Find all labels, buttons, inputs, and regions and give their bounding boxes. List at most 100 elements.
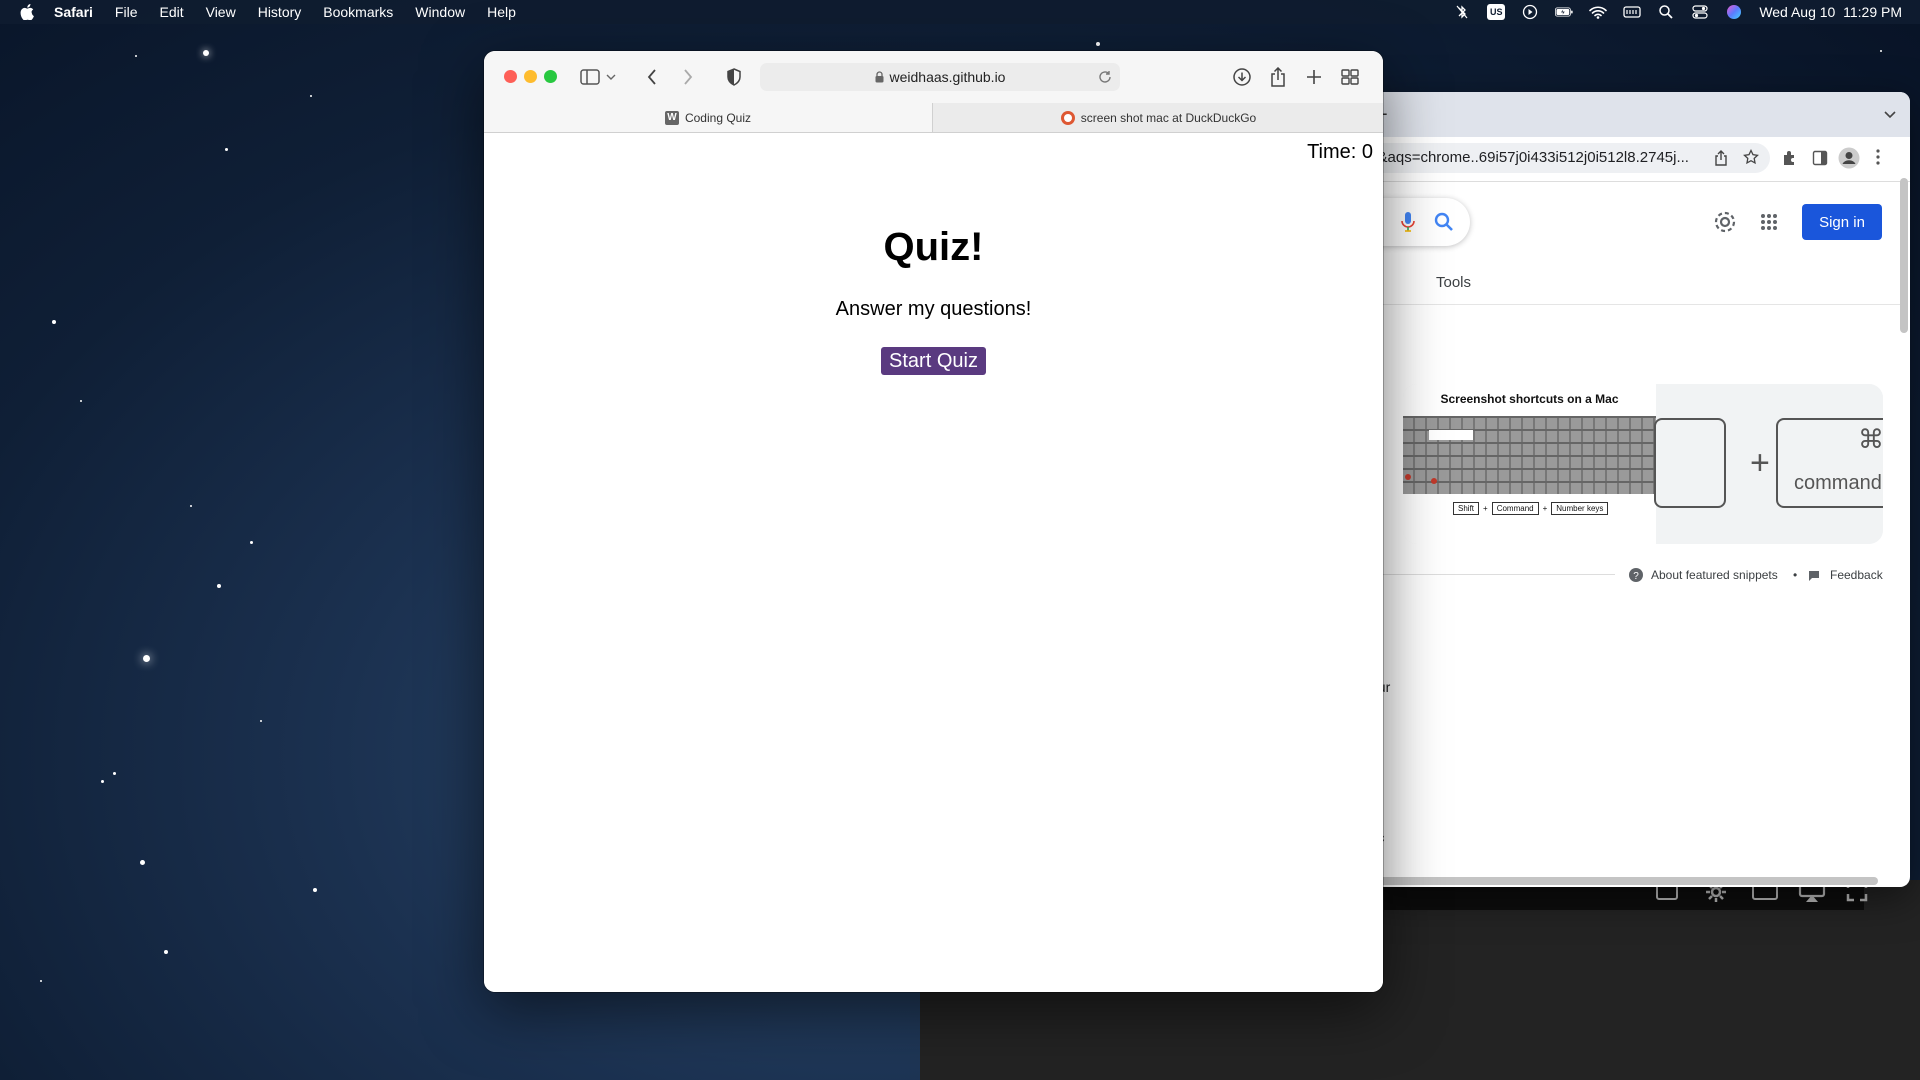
- snippet-image-keyboard[interactable]: Screenshot shortcuts on a Mac Shift + Co…: [1403, 384, 1656, 544]
- lock-icon: [875, 71, 884, 83]
- downloads-icon[interactable]: [1232, 67, 1252, 87]
- tab-search-chevron-icon[interactable]: [1884, 106, 1896, 124]
- tab-duckduckgo[interactable]: screen shot mac at DuckDuckGo: [932, 103, 1383, 132]
- sign-in-label: Sign in: [1819, 213, 1865, 231]
- back-chevron-icon[interactable]: [642, 67, 662, 87]
- apple-menu-icon[interactable]: [20, 4, 36, 20]
- keyboard-illustration: [1403, 416, 1656, 494]
- svg-text:?: ?: [1633, 571, 1639, 582]
- safari-toolbar: weidhaas.github.io: [484, 51, 1383, 103]
- snippet-image-title: Screenshot shortcuts on a Mac: [1440, 392, 1619, 406]
- chrome-window: + c&aqs=chrome..69i57j0i433i512j0i512l8.…: [1370, 92, 1910, 887]
- about-featured-snippets-link[interactable]: About featured snippets: [1651, 568, 1778, 582]
- legend-shift-key: Shift: [1453, 502, 1480, 515]
- menu-edit[interactable]: Edit: [159, 4, 183, 20]
- menu-bar: Safari File Edit View History Bookmarks …: [0, 0, 1920, 24]
- play-icon[interactable]: [1521, 4, 1539, 20]
- spotlight-search-icon[interactable]: [1657, 5, 1675, 19]
- favicon-letter: W: [667, 112, 677, 123]
- feedback-link[interactable]: Feedback: [1830, 568, 1883, 582]
- minimize-window-button[interactable]: [524, 70, 537, 83]
- zoom-window-button[interactable]: [544, 70, 557, 83]
- quiz-timer: Time: 0: [1307, 141, 1373, 163]
- feedback-flag-icon: [1808, 569, 1820, 587]
- search-magnifier-icon[interactable]: [1434, 212, 1454, 237]
- chrome-omnibox-text: c&aqs=chrome..69i57j0i433i512j0i512l8.27…: [1370, 149, 1689, 166]
- menu-help[interactable]: Help: [487, 4, 516, 20]
- page-subtitle: Answer my questions!: [835, 298, 1032, 320]
- voice-search-mic-icon[interactable]: [1400, 210, 1416, 239]
- profile-avatar-icon[interactable]: [1838, 147, 1860, 174]
- bookmark-star-icon[interactable]: [1743, 148, 1759, 170]
- command-key-outline: ⌘ command: [1776, 418, 1883, 508]
- safari-window: weidhaas.github.io W Coding Quiz screen …: [484, 51, 1383, 992]
- sidebar-toggle-icon[interactable]: [580, 67, 600, 87]
- featured-snippet-images: Screenshot shortcuts on a Mac Shift + Co…: [1403, 384, 1883, 544]
- menu-file[interactable]: File: [115, 4, 138, 20]
- quiz-page: Time: 0 Quiz! Answer my questions! Start…: [484, 133, 1383, 992]
- menu-history[interactable]: History: [258, 4, 302, 20]
- highlight-shift-key: [1405, 474, 1411, 480]
- settings-gear-icon[interactable]: [1713, 210, 1737, 239]
- siri-icon[interactable]: [1725, 5, 1743, 19]
- legend-plus-2: +: [1542, 504, 1548, 513]
- tools-tab[interactable]: Tools: [1436, 274, 1471, 291]
- control-center-icon[interactable]: [1691, 5, 1709, 19]
- legend-plus-1: +: [1483, 504, 1488, 513]
- snippet-image-command-key[interactable]: + ⌘ command: [1654, 384, 1883, 544]
- plus-sign: +: [1750, 444, 1770, 482]
- chrome-omnibox[interactable]: c&aqs=chrome..69i57j0i433i512j0i512l8.27…: [1370, 143, 1770, 173]
- sign-in-button[interactable]: Sign in: [1802, 204, 1882, 240]
- forward-chevron-icon[interactable]: [678, 67, 698, 87]
- chrome-menu-icon[interactable]: [1876, 149, 1880, 170]
- snippet-divider: [1370, 574, 1615, 575]
- tab-overview-icon[interactable]: [1340, 67, 1360, 87]
- horizontal-scrollbar[interactable]: [1370, 877, 1878, 885]
- command-symbol: ⌘: [1858, 424, 1883, 454]
- highlight-number-keys: [1429, 430, 1473, 440]
- start-quiz-button[interactable]: Start Quiz: [881, 347, 986, 375]
- keyboard-brightness-icon[interactable]: [1623, 5, 1641, 19]
- side-panel-icon[interactable]: [1812, 150, 1828, 171]
- legend-number-keys: Number keys: [1551, 502, 1609, 515]
- privacy-shield-icon[interactable]: [724, 67, 744, 87]
- menu-bookmarks[interactable]: Bookmarks: [323, 4, 393, 20]
- input-source-icon[interactable]: US: [1487, 4, 1506, 20]
- chrome-tab-strip: +: [1370, 92, 1910, 137]
- tab-label: Coding Quiz: [684, 110, 752, 125]
- bluetooth-off-icon[interactable]: [1453, 5, 1471, 19]
- share-icon[interactable]: [1268, 67, 1288, 87]
- tab-coding-quiz[interactable]: W Coding Quiz: [484, 103, 932, 132]
- wifi-icon[interactable]: [1589, 5, 1608, 19]
- key-outline-left: [1654, 418, 1726, 508]
- menu-app-name[interactable]: Safari: [54, 4, 93, 20]
- command-label: command: [1794, 472, 1882, 494]
- google-apps-grid-icon[interactable]: [1760, 213, 1778, 236]
- menu-window[interactable]: Window: [415, 4, 465, 20]
- highlight-command-key: [1431, 478, 1437, 484]
- address-bar[interactable]: weidhaas.github.io: [760, 63, 1120, 91]
- key-combination-legend: Shift + Command + Number keys: [1453, 502, 1609, 515]
- reload-icon[interactable]: [1098, 70, 1112, 84]
- extensions-puzzle-icon[interactable]: [1782, 150, 1798, 171]
- address-bar-url: weidhaas.github.io: [889, 69, 1006, 85]
- bullet-separator: •: [1793, 568, 1798, 582]
- safari-tab-bar: W Coding Quiz screen shot mac at DuckDuc…: [484, 103, 1383, 133]
- share-icon[interactable]: [1714, 150, 1728, 171]
- sidebar-dropdown-chevron-icon[interactable]: [604, 67, 618, 87]
- legend-command-key: Command: [1491, 502, 1539, 515]
- results-divider: [1370, 304, 1900, 305]
- page-title: Quiz!: [883, 225, 984, 269]
- input-source-label: US: [1490, 7, 1503, 17]
- vertical-scrollbar[interactable]: [1900, 178, 1908, 333]
- menu-view[interactable]: View: [206, 4, 236, 20]
- battery-icon[interactable]: [1555, 5, 1573, 19]
- favicon-w-icon: W: [664, 110, 679, 125]
- clock[interactable]: Wed Aug 10 11:29 PM: [1759, 4, 1902, 20]
- new-tab-plus-icon[interactable]: [1304, 67, 1324, 87]
- duckduckgo-favicon-icon: [1060, 110, 1075, 125]
- google-search-box[interactable]: [1370, 198, 1470, 246]
- close-window-button[interactable]: [504, 70, 517, 83]
- help-circle-icon: ?: [1629, 568, 1643, 587]
- chrome-toolbar: c&aqs=chrome..69i57j0i433i512j0i512l8.27…: [1370, 137, 1910, 182]
